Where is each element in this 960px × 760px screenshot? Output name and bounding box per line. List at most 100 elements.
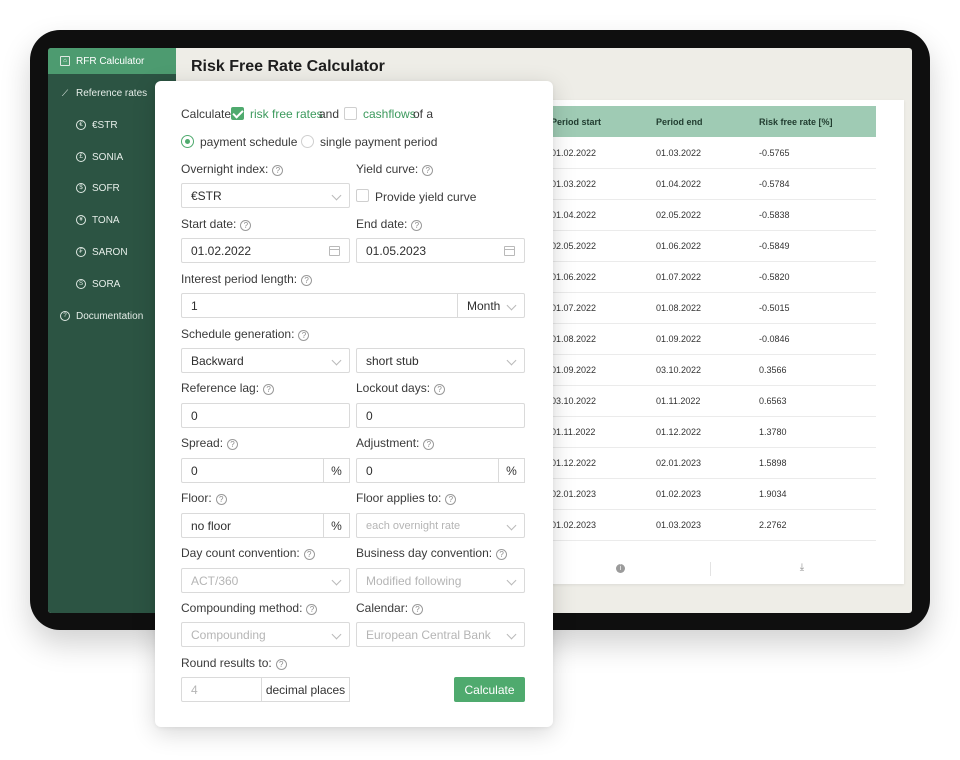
help-icon[interactable]: ? [306, 604, 318, 615]
risk-free-rates-label[interactable]: risk free rates [250, 107, 323, 121]
day-count-select[interactable]: ACT/360 [181, 568, 350, 593]
stub-select[interactable]: short stub [356, 348, 525, 373]
table-cell: 01.02.2023 [656, 489, 702, 499]
interest-period-unit-value: Month [467, 298, 501, 313]
provide-yield-curve-label[interactable]: Provide yield curve [375, 190, 476, 204]
help-icon[interactable]: ? [263, 384, 275, 395]
help-icon[interactable]: ? [496, 549, 508, 560]
adjustment-value: 0 [366, 463, 373, 478]
reference-lag-input[interactable]: 0 [181, 403, 350, 428]
help-icon[interactable]: ? [434, 384, 446, 395]
help-icon[interactable]: ? [301, 275, 313, 286]
start-date-input[interactable]: 01.02.2022 [181, 238, 350, 263]
calendar-icon[interactable] [504, 246, 515, 256]
spread-input[interactable]: 0 [181, 458, 324, 483]
lockout-days-input[interactable]: 0 [356, 403, 525, 428]
floor-applies-select[interactable]: each overnight rate [356, 513, 525, 538]
chevron-down-icon [506, 575, 517, 586]
decimal-places-addon: decimal places [261, 677, 350, 702]
floor-percent-addon: % [323, 513, 350, 538]
help-icon[interactable]: ? [272, 165, 284, 176]
help-icon[interactable]: ? [275, 659, 287, 670]
risk-free-rates-checkbox[interactable] [231, 107, 244, 120]
provide-yield-curve-checkbox[interactable] [356, 189, 369, 202]
end-date-input[interactable]: 01.05.2023 [356, 238, 525, 263]
floor-applies-label: Floor applies to:? [356, 491, 457, 505]
table-cell: 0.6563 [759, 396, 787, 406]
floor-applies-value: each overnight rate [366, 519, 461, 532]
help-icon[interactable]: ? [227, 439, 239, 450]
help-icon[interactable]: ? [412, 604, 424, 615]
floor-input[interactable]: no floor [181, 513, 324, 538]
compounding-select[interactable]: Compounding [181, 622, 350, 647]
business-day-select[interactable]: Modified following [356, 568, 525, 593]
payment-schedule-radio[interactable] [181, 135, 194, 148]
compounding-value: Compounding [191, 627, 266, 642]
table-cell: 02.05.2022 [551, 241, 597, 251]
interest-period-text: Interest period length: [181, 272, 298, 286]
column-header-risk-free-rate[interactable]: Risk free rate [%] [759, 117, 833, 127]
column-header-period-start[interactable]: Period start [551, 117, 601, 127]
sidebar-item-label: Reference rates [76, 87, 148, 99]
table-cell: 01.03.2022 [656, 148, 702, 158]
lockout-days-text: Lockout days: [356, 381, 431, 395]
interest-period-input[interactable]: 1 [181, 293, 458, 318]
column-header-period-end[interactable]: Period end [656, 117, 703, 127]
table-row: 01.09.2022 03.10.2022 0.3566 [534, 355, 876, 386]
table-cell: 01.11.2022 [551, 427, 596, 437]
cashflows-checkbox[interactable] [344, 107, 357, 120]
adjustment-input[interactable]: 0 [356, 458, 499, 483]
table-cell: 01.02.2022 [551, 148, 597, 158]
table-cell: 01.04.2022 [551, 210, 597, 220]
table-cell: -0.5765 [759, 148, 790, 158]
dollar-coin-icon: $ [76, 183, 86, 193]
bank-icon: ⌂ [60, 56, 70, 66]
interest-period-unit-select[interactable]: Month [457, 293, 525, 318]
pound-coin-icon: £ [76, 152, 86, 162]
overnight-index-select[interactable]: €STR [181, 183, 350, 208]
download-icon[interactable]: ⤓ [797, 562, 807, 574]
reference-lag-text: Reference lag: [181, 381, 260, 395]
help-icon[interactable]: ? [423, 439, 435, 450]
table-cell: -0.5784 [759, 179, 790, 189]
table-row: 03.10.2022 01.11.2022 0.6563 [534, 386, 876, 417]
help-icon[interactable]: ? [445, 494, 457, 505]
table-cell: 01.07.2022 [551, 303, 597, 313]
payment-schedule-label[interactable]: payment schedule [200, 135, 297, 149]
chevron-down-icon [506, 520, 517, 531]
calculate-button[interactable]: Calculate [454, 677, 525, 702]
yield-curve-text: Yield curve: [356, 162, 419, 176]
sidebar-item-label: SORA [92, 278, 121, 290]
sidebar-item-rfr-calculator[interactable]: ⌂ RFR Calculator [48, 48, 176, 74]
chevron-down-icon [331, 355, 342, 366]
cashflows-label[interactable]: cashflows [363, 107, 416, 121]
help-icon[interactable]: ? [422, 165, 434, 176]
table-cell: 01.11.2022 [656, 396, 701, 406]
help-icon[interactable]: ? [303, 549, 315, 560]
table-cell: 02.05.2022 [656, 210, 702, 220]
page-title: Risk Free Rate Calculator [191, 58, 385, 75]
end-date-value: 01.05.2023 [366, 243, 427, 258]
help-icon[interactable]: ? [298, 330, 310, 341]
stub-value: short stub [366, 353, 419, 368]
info-icon[interactable]: i [616, 564, 625, 573]
chevron-down-icon [331, 190, 342, 201]
schedule-direction-select[interactable]: Backward [181, 348, 350, 373]
help-icon[interactable]: ? [215, 494, 227, 505]
adjustment-label: Adjustment:? [356, 436, 435, 450]
round-input[interactable]: 4 [181, 677, 262, 702]
chart-line-icon: ⟋ [61, 87, 69, 98]
table-cell: 01.02.2023 [551, 520, 597, 530]
schedule-generation-label: Schedule generation:? [181, 327, 310, 341]
calculator-form: Calculate risk free rates and cashflows … [155, 81, 553, 727]
round-text: Round results to: [181, 656, 272, 670]
table-row: 02.05.2022 01.06.2022 -0.5849 [534, 231, 876, 262]
calendar-select[interactable]: European Central Bank [356, 622, 525, 647]
single-payment-label[interactable]: single payment period [320, 135, 437, 149]
chevron-down-icon [506, 355, 517, 366]
overnight-index-value: €STR [191, 188, 222, 203]
help-icon[interactable]: ? [411, 220, 423, 231]
single-payment-radio[interactable] [301, 135, 314, 148]
help-icon[interactable]: ? [240, 220, 252, 231]
calendar-icon[interactable] [329, 246, 340, 256]
